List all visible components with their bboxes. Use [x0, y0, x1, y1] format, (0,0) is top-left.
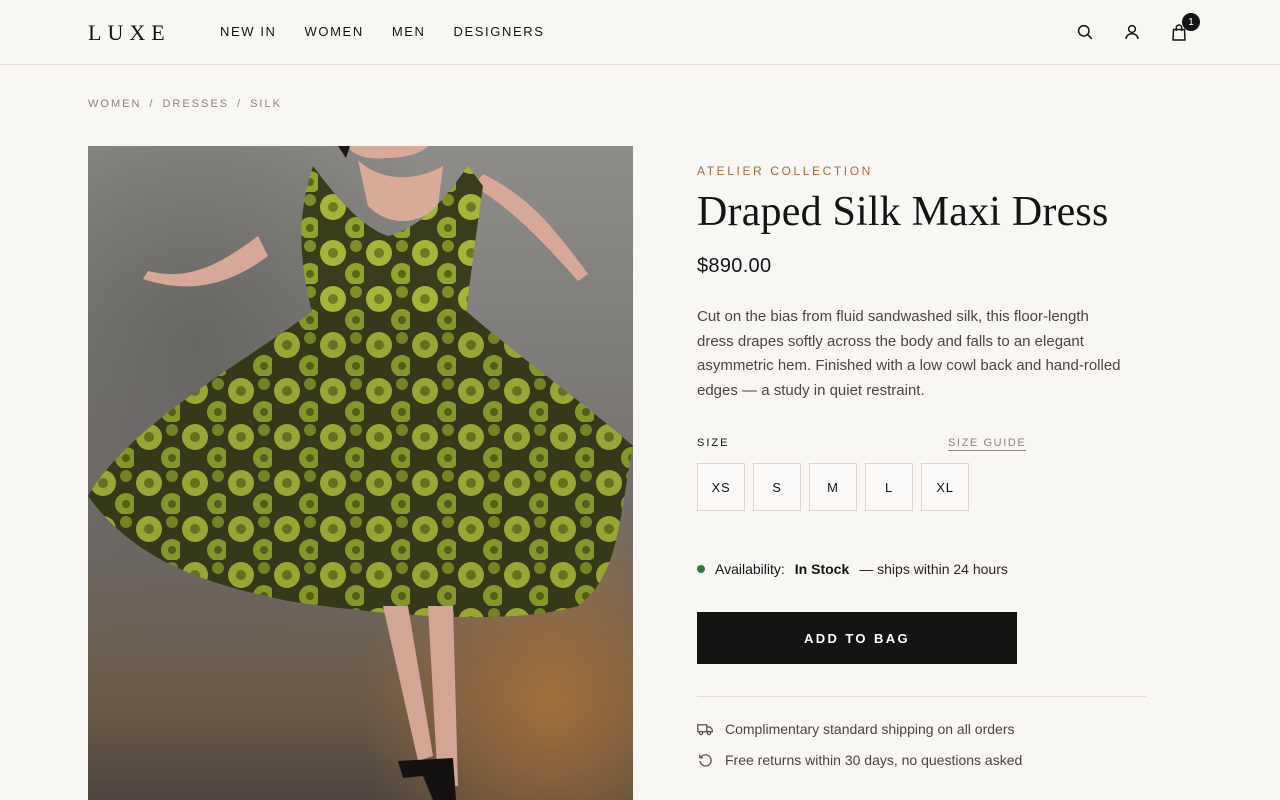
product-description: Cut on the bias from fluid sandwashed si… — [697, 308, 1121, 399]
size-option-m[interactable]: M — [809, 463, 857, 511]
site-logo[interactable]: LUXE — [88, 20, 171, 46]
return-icon — [697, 752, 713, 768]
availability: Availability: In Stock — ships within 24… — [697, 561, 1008, 577]
nav-designers[interactable]: DESIGNERS — [454, 24, 545, 39]
perk-returns: Free returns within 30 days, no question… — [697, 752, 1022, 768]
availability-status: In Stock — [794, 561, 850, 577]
site-header: LUXE NEW IN WOMEN MEN DESIGNERS 1 — [0, 0, 1280, 65]
breadcrumb-women[interactable]: WOMEN — [88, 98, 141, 110]
breadcrumb-dresses[interactable]: DRESSES — [162, 98, 229, 110]
main-nav: NEW IN WOMEN MEN DESIGNERS — [220, 24, 545, 39]
availability-note: — ships within 24 hours — [859, 561, 1008, 577]
user-icon[interactable] — [1122, 22, 1142, 42]
size-selector: XS S M L XL — [697, 463, 969, 511]
nav-new-in[interactable]: NEW IN — [220, 24, 277, 39]
perk-shipping-text: Complimentary standard shipping on all o… — [725, 721, 1015, 737]
breadcrumb-separator: / — [149, 98, 155, 110]
product-price: $890.00 — [697, 255, 772, 277]
size-option-xl[interactable]: XL — [921, 463, 969, 511]
cart-count-badge: 1 — [1182, 13, 1200, 31]
size-label: SIZE — [697, 437, 730, 449]
size-option-xs[interactable]: XS — [697, 463, 745, 511]
breadcrumb-separator: / — [237, 98, 243, 110]
nav-men[interactable]: MEN — [392, 24, 426, 39]
collection-label[interactable]: ATELIER COLLECTION — [697, 164, 873, 178]
product-title: Draped Silk Maxi Dress — [697, 189, 1109, 235]
availability-label: Availability: — [715, 561, 785, 577]
size-option-l[interactable]: L — [865, 463, 913, 511]
divider — [697, 696, 1146, 697]
breadcrumb: WOMEN / DRESSES / SILK — [88, 98, 282, 110]
breadcrumb-silk[interactable]: SILK — [250, 98, 282, 110]
nav-women[interactable]: WOMEN — [305, 24, 364, 39]
product-image[interactable] — [88, 146, 633, 800]
perk-shipping: Complimentary standard shipping on all o… — [697, 721, 1014, 737]
truck-icon — [697, 721, 713, 737]
in-stock-dot-icon — [697, 565, 705, 573]
perk-returns-text: Free returns within 30 days, no question… — [725, 752, 1023, 768]
size-option-s[interactable]: S — [753, 463, 801, 511]
add-to-bag-button[interactable]: ADD TO BAG — [697, 612, 1017, 664]
size-guide-link[interactable]: SIZE GUIDE — [948, 437, 1027, 451]
product-photo-illustration — [88, 146, 633, 800]
search-icon[interactable] — [1075, 22, 1095, 42]
